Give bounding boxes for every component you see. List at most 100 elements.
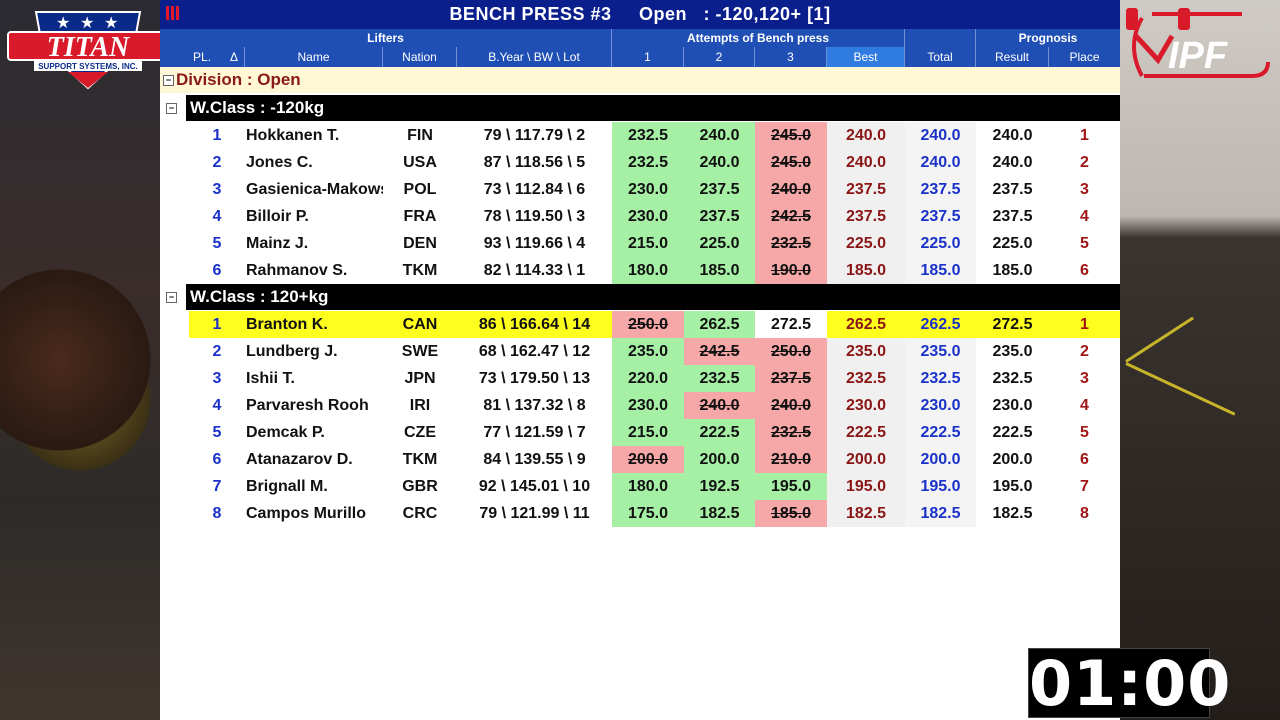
place-number: 3 — [212, 370, 222, 387]
lifter-name: Branton K. — [246, 316, 328, 333]
best-lift: 185.0 — [827, 257, 905, 284]
prognosis-result: 237.5 — [992, 181, 1033, 198]
svg-text:★: ★ — [56, 13, 70, 32]
attempt-1: 215.0 — [612, 230, 684, 257]
prognosis-place: 8 — [1080, 505, 1089, 522]
column-best[interactable]: Best — [827, 47, 905, 67]
current-lifter-row[interactable]: 1 Branton K. CAN 86 \ 166.64 \ 14 250.0 262.5… — [189, 311, 1120, 338]
lifter-name: Atanazarov D. — [246, 451, 353, 468]
place-number: 4 — [212, 208, 222, 225]
column-name[interactable]: Name — [245, 47, 383, 67]
place-number: 2 — [212, 343, 222, 360]
division-row[interactable]: − Division : Open — [160, 67, 1120, 93]
lifter-info: 81 \ 137.32 \ 8 — [483, 397, 586, 414]
ipf-logo-text: IPF — [1168, 35, 1229, 77]
column-result[interactable]: Result — [976, 47, 1049, 67]
svg-text:★: ★ — [104, 13, 118, 32]
column-attempt-3[interactable]: 3 — [755, 47, 827, 67]
column-pl[interactable]: PL. Δ — [160, 47, 245, 67]
venue-background-right — [1120, 0, 1280, 720]
place-number: 2 — [212, 154, 222, 171]
lifter-row[interactable]: 5 Demcak P. CZE 77 \ 121.59 \ 7 215.0 222.5 23… — [189, 419, 1120, 446]
lifter-row[interactable]: 6 Rahmanov S. TKM 82 \ 114.33 \ 1 180.0 185.0… — [189, 257, 1120, 284]
prognosis-place: 5 — [1080, 235, 1089, 252]
total: 200.0 — [905, 446, 976, 473]
best-lift: 182.5 — [827, 500, 905, 527]
nation-code: JPN — [404, 370, 436, 387]
lifter-row[interactable]: 6 Atanazarov D. TKM 84 \ 139.55 \ 9 200.0 200… — [189, 446, 1120, 473]
attempt-2: 182.5 — [684, 500, 755, 527]
attempt-3: 232.5 — [755, 230, 827, 257]
attempt-3: 272.5 — [755, 311, 827, 338]
prognosis-place: 7 — [1080, 478, 1089, 495]
total: 237.5 — [905, 203, 976, 230]
best-lift: 237.5 — [827, 176, 905, 203]
prognosis-result: 240.0 — [992, 154, 1033, 171]
best-lift: 195.0 — [827, 473, 905, 500]
prognosis-place: 3 — [1080, 181, 1089, 198]
prognosis-result: 185.0 — [992, 262, 1033, 279]
total: 240.0 — [905, 149, 976, 176]
prognosis-result: 272.5 — [992, 316, 1033, 333]
prognosis-result: 222.5 — [992, 424, 1033, 441]
prognosis-place: 1 — [1080, 127, 1089, 144]
weight-class-header[interactable]: − W.Class : 120+kg — [166, 284, 1120, 310]
total: 222.5 — [905, 419, 976, 446]
lifter-info: 78 \ 119.50 \ 3 — [483, 208, 586, 225]
collapse-icon[interactable]: − — [166, 103, 177, 114]
attempt-1: 180.0 — [612, 257, 684, 284]
best-lift: 225.0 — [827, 230, 905, 257]
column-nation[interactable]: Nation — [383, 47, 457, 67]
attempt-3: 250.0 — [755, 338, 827, 365]
attempt-3: 240.0 — [755, 392, 827, 419]
header-group-row: Lifters Attempts of Bench press Prognosi… — [160, 29, 1120, 47]
lifter-row[interactable]: 2 Lundberg J. SWE 68 \ 162.47 \ 12 235.0 242.… — [189, 338, 1120, 365]
attempt-2: 237.5 — [684, 203, 755, 230]
nation-code: IRI — [409, 397, 431, 414]
lifter-row[interactable]: 4 Parvaresh Rooh IRI 81 \ 137.32 \ 8 230.0 24… — [189, 392, 1120, 419]
prognosis-place: 3 — [1080, 370, 1089, 387]
lifter-name: Rahmanov S. — [246, 262, 348, 279]
lifter-row[interactable]: 4 Billoir P. FRA 78 \ 119.50 \ 3 230.0 237.5 2… — [189, 203, 1120, 230]
lifter-name: Brignall M. — [246, 478, 328, 495]
nation-code: DEN — [403, 235, 437, 252]
attempt-2: 262.5 — [684, 311, 755, 338]
lifter-info: 92 \ 145.01 \ 10 — [478, 478, 591, 495]
column-attempt-1[interactable]: 1 — [612, 47, 684, 67]
attempt-3: 245.0 — [755, 149, 827, 176]
collapse-icon[interactable]: − — [163, 75, 174, 86]
column-attempt-2[interactable]: 2 — [684, 47, 755, 67]
lifter-row[interactable]: 3 Gasienica-Makowski POL 73 \ 112.84 \ 6 230… — [189, 176, 1120, 203]
collapse-icon[interactable]: − — [166, 292, 177, 303]
column-place[interactable]: Place — [1049, 47, 1120, 67]
nation-code: CRC — [402, 505, 438, 522]
best-lift: 230.0 — [827, 392, 905, 419]
nation-code: FIN — [407, 127, 433, 144]
lifter-row[interactable]: 7 Brignall M. GBR 92 \ 145.01 \ 10 180.0 192.… — [189, 473, 1120, 500]
column-header-row: PL. Δ Name Nation B.Year \ BW \ Lot 1 2 … — [160, 47, 1120, 67]
attempt-2: 232.5 — [684, 365, 755, 392]
attempt-1: 220.0 — [612, 365, 684, 392]
attempt-2: 237.5 — [684, 176, 755, 203]
place-number: 1 — [212, 316, 222, 333]
lifter-row[interactable]: 5 Mainz J. DEN 93 \ 119.66 \ 4 215.0 225.0 232… — [189, 230, 1120, 257]
column-total[interactable]: Total — [905, 47, 976, 67]
lifter-row[interactable]: 2 Jones C. USA 87 \ 118.56 \ 5 232.5 240.0 245… — [189, 149, 1120, 176]
lifter-name: Parvaresh Rooh — [246, 397, 369, 414]
attempt-2: 240.0 — [684, 392, 755, 419]
attempt-1: 250.0 — [612, 311, 684, 338]
best-lift: 222.5 — [827, 419, 905, 446]
header-prognosis: Prognosis — [1018, 31, 1078, 45]
lifter-row[interactable]: 3 Ishii T. JPN 73 \ 179.50 \ 13 220.0 232.5 23… — [189, 365, 1120, 392]
place-number: 5 — [212, 235, 222, 252]
column-info[interactable]: B.Year \ BW \ Lot — [457, 47, 612, 67]
nation-code: TKM — [402, 451, 438, 468]
lifter-row[interactable]: 1 Hokkanen T. FIN 79 \ 117.79 \ 2 232.5 240.0… — [189, 122, 1120, 149]
best-lift: 235.0 — [827, 338, 905, 365]
prognosis-place: 2 — [1080, 343, 1089, 360]
place-number: 4 — [212, 397, 222, 414]
lifter-name: Jones C. — [246, 154, 313, 171]
lifter-row[interactable]: 8 Campos Murillo CRC 79 \ 121.99 \ 11 175.0 1… — [189, 500, 1120, 527]
attempt-3: 190.0 — [755, 257, 827, 284]
weight-class-header[interactable]: − W.Class : -120kg — [166, 95, 1120, 121]
